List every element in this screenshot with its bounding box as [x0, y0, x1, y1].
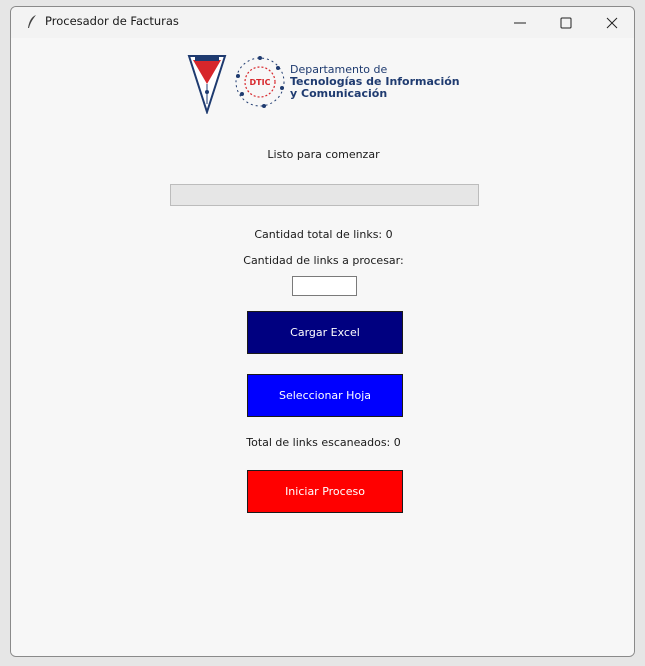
close-button[interactable]: [589, 7, 634, 38]
start-process-button[interactable]: Iniciar Proceso: [247, 470, 403, 513]
links-to-process-input[interactable]: [292, 276, 357, 296]
header-logos: DTIC Departamento de Tecnologías de Info…: [175, 54, 475, 118]
main-panel: DTIC Departamento de Tecnologías de Info…: [11, 38, 634, 656]
dtic-logo-text: DTIC: [250, 78, 271, 87]
maximize-button[interactable]: [543, 7, 589, 38]
feather-icon: [28, 15, 36, 28]
close-icon: [606, 17, 618, 29]
links-to-process-label: Cantidad de links a procesar:: [243, 254, 404, 267]
status-message: Listo para comenzar: [267, 148, 380, 161]
total-links-label: Cantidad total de links: 0: [254, 228, 393, 241]
window-title: Procesador de Facturas: [45, 14, 179, 28]
maximize-icon: [560, 17, 572, 29]
app-window: Procesador de Facturas DTIC Departamento…: [10, 6, 635, 657]
scanned-links-label: Total de links escaneados: 0: [246, 436, 401, 449]
dtic-logo: DTIC: [235, 56, 285, 108]
dept-line-3: y Comunicación: [290, 87, 388, 100]
department-name: Departamento de Tecnologías de Informaci…: [290, 64, 460, 100]
university-shield-logo: [187, 55, 227, 114]
load-excel-button[interactable]: Cargar Excel: [247, 311, 403, 354]
progress-bar: [170, 184, 479, 206]
title-bar[interactable]: Procesador de Facturas: [11, 7, 634, 38]
minimize-icon: [514, 22, 526, 24]
select-sheet-button[interactable]: Seleccionar Hoja: [247, 374, 403, 417]
minimize-button[interactable]: [497, 7, 543, 38]
